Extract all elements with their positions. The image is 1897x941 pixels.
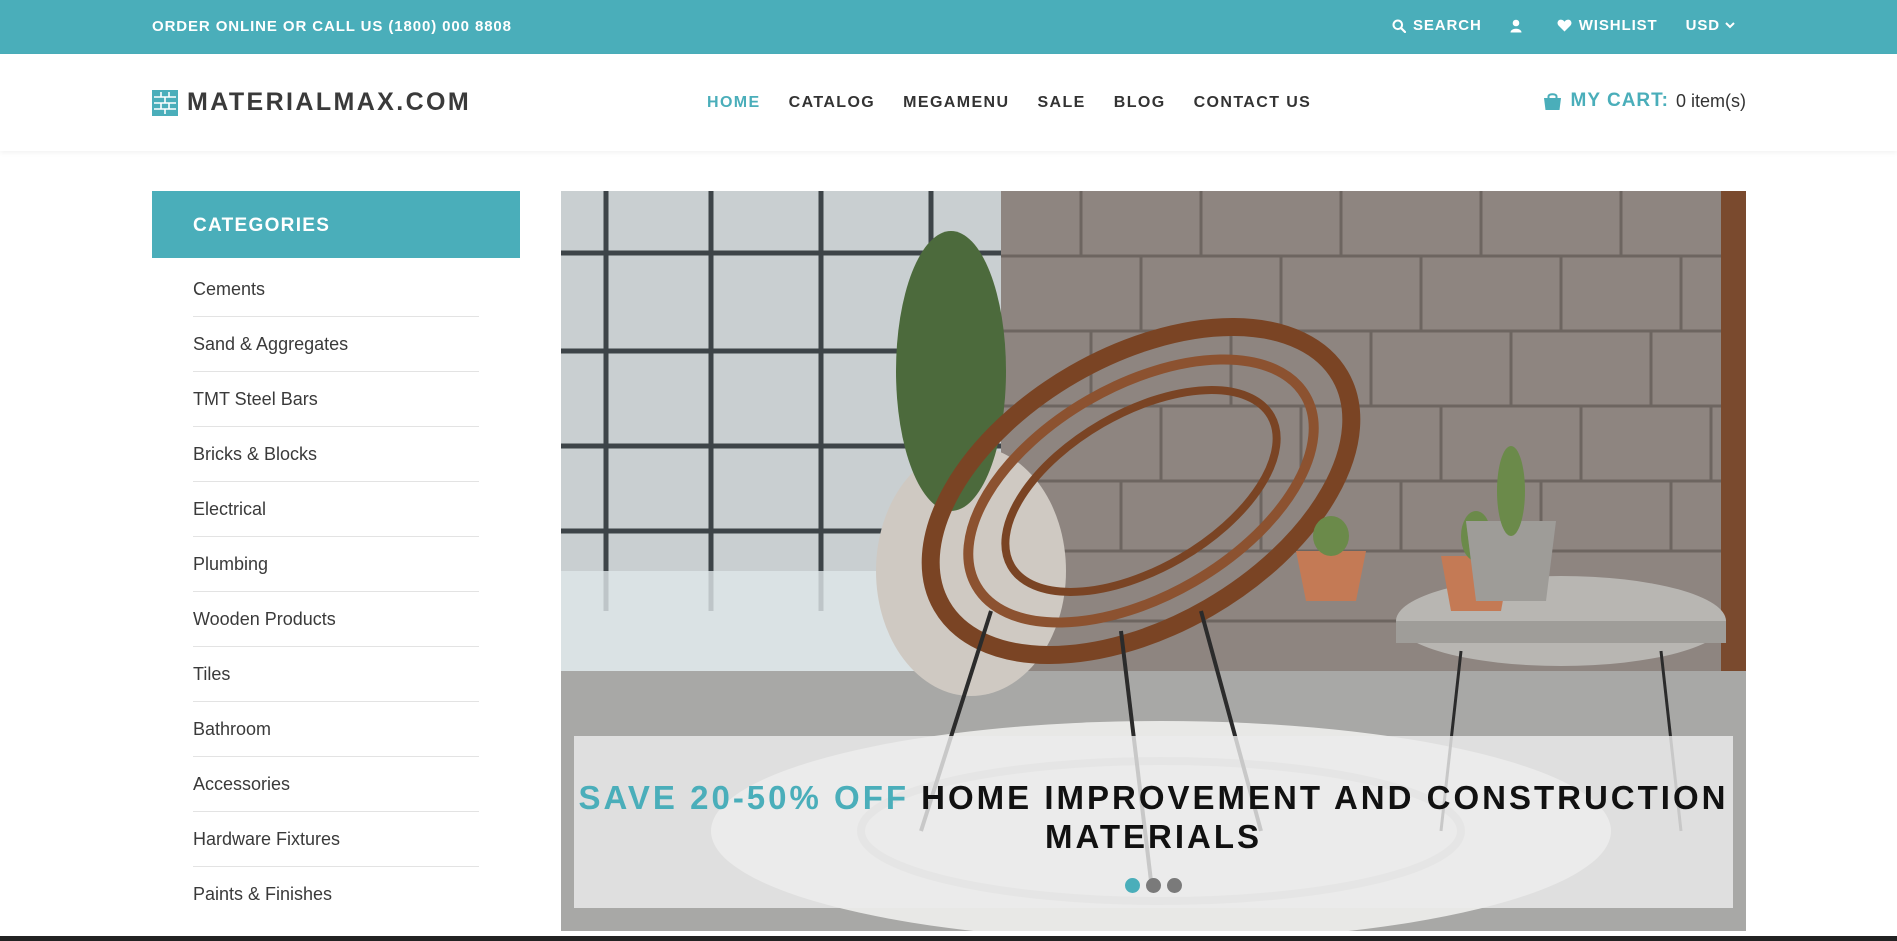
hero-headline: SAVE 20-50% OFF HOME IMPROVEMENT AND CON… — [574, 778, 1733, 856]
category-item-bricks-blocks[interactable]: Bricks & Blocks — [193, 427, 479, 482]
top-tools: SEARCH WISHLIST USD — [1364, 17, 1735, 34]
hero-headline-rest: HOME IMPROVEMENT AND CONSTRUCTION MATERI… — [909, 779, 1729, 855]
category-item-cements[interactable]: Cements — [193, 262, 479, 317]
main-nav: HOME CATALOG MEGAMENU SALE BLOG CONTACT … — [707, 94, 1339, 112]
main-header: MATERIALMAX.COM HOME CATALOG MEGAMENU SA… — [0, 54, 1897, 151]
currency-label: USD — [1685, 17, 1720, 34]
nav-sale[interactable]: SALE — [1037, 94, 1085, 112]
user-icon — [1510, 19, 1522, 32]
logo-text: MATERIALMAX.COM — [187, 88, 472, 116]
nav-megamenu[interactable]: MEGAMENU — [903, 94, 1009, 112]
hero-caption: SAVE 20-50% OFF HOME IMPROVEMENT AND CON… — [574, 736, 1733, 908]
category-item-tiles[interactable]: Tiles — [193, 647, 479, 702]
wishlist-button[interactable]: WISHLIST — [1557, 17, 1658, 34]
hero-headline-accent: SAVE 20-50% OFF — [578, 779, 910, 816]
categories-list: Cements Sand & Aggregates TMT Steel Bars… — [193, 262, 479, 922]
search-label: SEARCH — [1413, 17, 1482, 34]
nav-home[interactable]: HOME — [707, 94, 761, 112]
hero-slider[interactable]: SAVE 20-50% OFF HOME IMPROVEMENT AND CON… — [561, 191, 1746, 931]
brick-wall-icon — [152, 89, 178, 116]
slider-dot-3[interactable] — [1167, 878, 1182, 893]
wishlist-label: WISHLIST — [1578, 17, 1658, 34]
category-item-wooden-products[interactable]: Wooden Products — [193, 592, 479, 647]
categories-heading: CATEGORIES — [152, 191, 520, 258]
promo-text: ORDER ONLINE OR CALL US (1800) 000 8808 — [152, 18, 512, 35]
nav-catalog[interactable]: CATALOG — [789, 94, 876, 112]
cart-count: 0 item(s) — [1675, 90, 1746, 111]
category-item-sand-aggregates[interactable]: Sand & Aggregates — [193, 317, 479, 372]
category-item-bathroom[interactable]: Bathroom — [193, 702, 479, 757]
top-bar: ORDER ONLINE OR CALL US (1800) 000 8808 … — [0, 0, 1897, 54]
slider-dots — [574, 878, 1733, 893]
slider-dot-1[interactable] — [1125, 878, 1140, 893]
cart-button[interactable]: MY CART: 0 item(s) — [1543, 90, 1746, 112]
category-item-plumbing[interactable]: Plumbing — [193, 537, 479, 592]
category-item-accessories[interactable]: Accessories — [193, 757, 479, 812]
cart-label: MY CART: — [1570, 90, 1669, 111]
site-logo[interactable]: MATERIALMAX.COM — [152, 88, 471, 117]
currency-selector[interactable]: USD — [1686, 17, 1735, 34]
heart-icon — [1557, 19, 1572, 32]
account-button[interactable] — [1510, 19, 1529, 33]
chevron-down-icon — [1725, 22, 1735, 29]
search-button[interactable]: SEARCH — [1392, 17, 1482, 34]
shopping-bag-icon — [1543, 92, 1561, 110]
bottom-divider — [0, 936, 1897, 941]
category-item-tmt-steel-bars[interactable]: TMT Steel Bars — [193, 372, 479, 427]
nav-blog[interactable]: BLOG — [1114, 94, 1166, 112]
category-item-hardware-fixtures[interactable]: Hardware Fixtures — [193, 812, 479, 867]
category-item-paints-finishes[interactable]: Paints & Finishes — [193, 867, 479, 922]
nav-contact-us[interactable]: CONTACT US — [1194, 94, 1312, 112]
search-icon — [1392, 19, 1406, 33]
category-item-electrical[interactable]: Electrical — [193, 482, 479, 537]
slider-dot-2[interactable] — [1146, 878, 1161, 893]
